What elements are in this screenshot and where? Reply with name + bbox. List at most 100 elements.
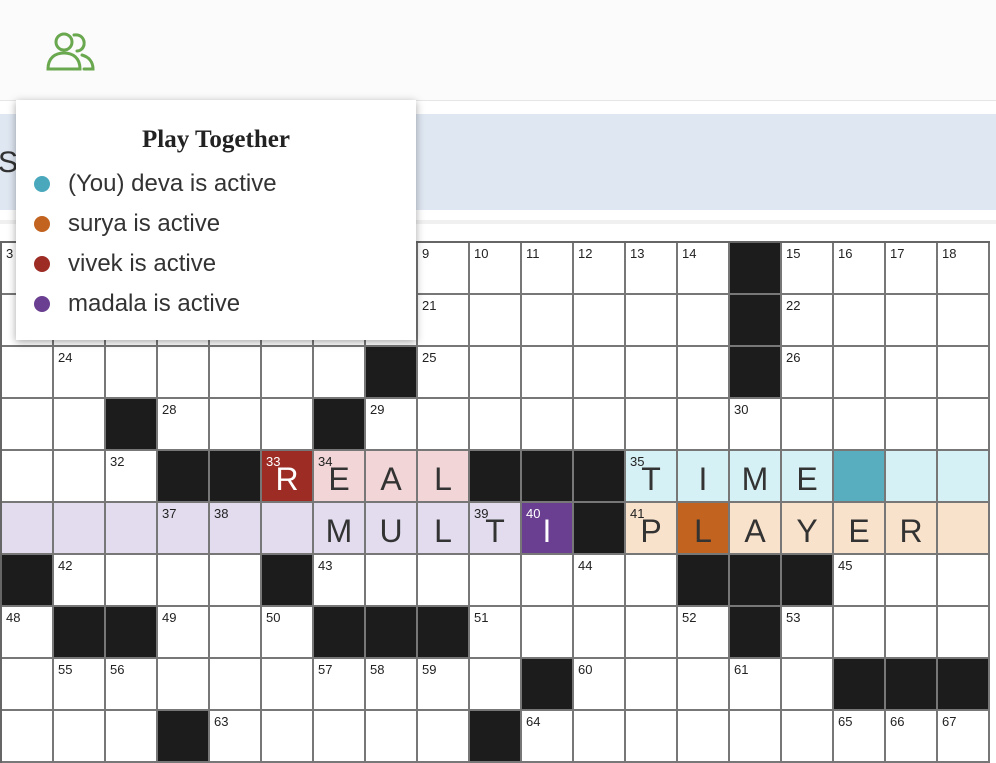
grid-cell[interactable]: 11 — [522, 243, 574, 295]
grid-cell[interactable] — [938, 555, 990, 607]
grid-cell[interactable] — [938, 503, 990, 555]
grid-cell[interactable] — [886, 451, 938, 503]
grid-cell[interactable]: 17 — [886, 243, 938, 295]
grid-cell[interactable]: 12 — [574, 243, 626, 295]
grid-cell[interactable] — [886, 555, 938, 607]
grid-cell[interactable] — [314, 347, 366, 399]
grid-cell[interactable] — [262, 347, 314, 399]
grid-cell[interactable] — [626, 607, 678, 659]
grid-cell[interactable] — [54, 503, 106, 555]
grid-cell[interactable]: E — [782, 451, 834, 503]
grid-cell[interactable] — [470, 555, 522, 607]
grid-cell[interactable]: 40 I — [522, 503, 574, 555]
grid-cell[interactable] — [782, 399, 834, 451]
grid-cell[interactable]: 16 — [834, 243, 886, 295]
grid-cell[interactable] — [262, 503, 314, 555]
grid-cell[interactable]: 60 — [574, 659, 626, 711]
grid-cell[interactable]: 29 — [366, 399, 418, 451]
grid-cell[interactable] — [626, 659, 678, 711]
grid-cell[interactable] — [54, 451, 106, 503]
grid-cell[interactable]: 33 R — [262, 451, 314, 503]
grid-cell[interactable] — [418, 399, 470, 451]
grid-cell[interactable] — [886, 347, 938, 399]
grid-cell[interactable] — [54, 711, 106, 763]
grid-cell[interactable]: Y — [782, 503, 834, 555]
grid-cell[interactable]: 58 — [366, 659, 418, 711]
grid-cell[interactable]: 42 — [54, 555, 106, 607]
grid-cell[interactable] — [626, 347, 678, 399]
grid-cell[interactable] — [522, 399, 574, 451]
grid-cell[interactable]: 43 — [314, 555, 366, 607]
grid-cell[interactable] — [834, 451, 886, 503]
grid-cell[interactable]: 18 — [938, 243, 990, 295]
grid-cell[interactable]: 53 — [782, 607, 834, 659]
grid-cell[interactable] — [106, 503, 158, 555]
grid-cell[interactable] — [834, 295, 886, 347]
grid-cell[interactable]: 37 — [158, 503, 210, 555]
grid-cell[interactable] — [522, 295, 574, 347]
grid-cell[interactable]: E — [834, 503, 886, 555]
grid-cell[interactable] — [522, 607, 574, 659]
grid-cell[interactable]: I — [678, 451, 730, 503]
grid-cell[interactable] — [2, 347, 54, 399]
grid-cell[interactable] — [262, 659, 314, 711]
grid-cell[interactable] — [574, 295, 626, 347]
grid-cell[interactable] — [158, 659, 210, 711]
grid-cell[interactable] — [522, 555, 574, 607]
grid-cell[interactable]: 52 — [678, 607, 730, 659]
grid-cell[interactable]: 51 — [470, 607, 522, 659]
grid-cell[interactable]: 65 — [834, 711, 886, 763]
grid-cell[interactable] — [210, 347, 262, 399]
grid-cell[interactable]: 22 — [782, 295, 834, 347]
grid-cell[interactable]: M — [730, 451, 782, 503]
grid-cell[interactable]: 28 — [158, 399, 210, 451]
grid-cell[interactable]: L — [678, 503, 730, 555]
grid-cell[interactable]: 14 — [678, 243, 730, 295]
grid-cell[interactable]: 45 — [834, 555, 886, 607]
grid-cell[interactable]: 13 — [626, 243, 678, 295]
grid-cell[interactable]: 26 — [782, 347, 834, 399]
grid-cell[interactable] — [886, 399, 938, 451]
grid-cell[interactable] — [106, 711, 158, 763]
grid-cell[interactable] — [2, 659, 54, 711]
grid-cell[interactable] — [678, 347, 730, 399]
grid-cell[interactable]: 66 — [886, 711, 938, 763]
grid-cell[interactable]: 55 — [54, 659, 106, 711]
grid-cell[interactable]: U — [366, 503, 418, 555]
grid-cell[interactable] — [106, 555, 158, 607]
grid-cell[interactable] — [730, 711, 782, 763]
grid-cell[interactable]: 57 — [314, 659, 366, 711]
grid-cell[interactable] — [262, 399, 314, 451]
grid-cell[interactable] — [158, 555, 210, 607]
grid-cell[interactable] — [158, 347, 210, 399]
grid-cell[interactable] — [574, 711, 626, 763]
grid-cell[interactable] — [54, 399, 106, 451]
grid-cell[interactable]: 34 E — [314, 451, 366, 503]
grid-cell[interactable] — [470, 295, 522, 347]
grid-cell[interactable] — [366, 711, 418, 763]
grid-cell[interactable] — [2, 451, 54, 503]
grid-cell[interactable] — [834, 347, 886, 399]
grid-cell[interactable] — [210, 607, 262, 659]
grid-cell[interactable]: L — [418, 451, 470, 503]
grid-cell[interactable] — [626, 399, 678, 451]
grid-cell[interactable] — [418, 711, 470, 763]
grid-cell[interactable] — [314, 711, 366, 763]
grid-cell[interactable] — [938, 399, 990, 451]
grid-cell[interactable] — [418, 555, 470, 607]
grid-cell[interactable]: 50 — [262, 607, 314, 659]
grid-cell[interactable]: 64 — [522, 711, 574, 763]
grid-cell[interactable]: A — [366, 451, 418, 503]
grid-cell[interactable] — [782, 711, 834, 763]
grid-cell[interactable] — [210, 399, 262, 451]
grid-cell[interactable] — [366, 555, 418, 607]
play-together-button[interactable] — [42, 28, 98, 74]
grid-cell[interactable]: A — [730, 503, 782, 555]
grid-cell[interactable] — [470, 347, 522, 399]
grid-cell[interactable]: 30 — [730, 399, 782, 451]
grid-cell[interactable] — [834, 607, 886, 659]
grid-cell[interactable] — [626, 711, 678, 763]
grid-cell[interactable] — [470, 399, 522, 451]
grid-cell[interactable] — [938, 607, 990, 659]
grid-cell[interactable] — [470, 659, 522, 711]
